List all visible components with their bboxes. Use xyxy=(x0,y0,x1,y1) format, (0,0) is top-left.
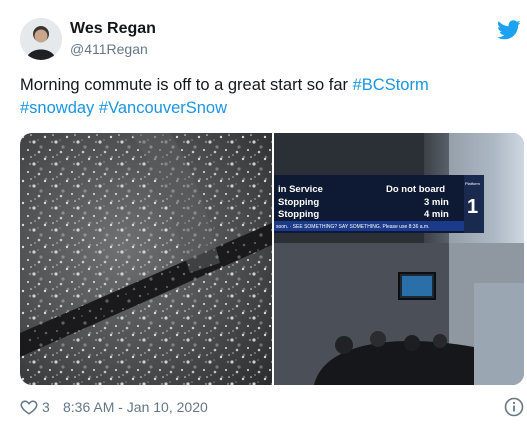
info-icon[interactable] xyxy=(504,397,524,417)
sign-row1-right: Do not board xyxy=(386,184,445,195)
sign-row3-right: 4 min xyxy=(424,209,449,220)
like-count[interactable]: 3 xyxy=(42,399,50,415)
platform-number: 1 xyxy=(467,196,478,218)
hashtag-link[interactable]: #BCStorm xyxy=(353,76,429,94)
tweet-footer: 3 8:36 AM - Jan 10, 2020 xyxy=(20,396,525,420)
tweet-text: Morning commute is off to a great start … xyxy=(20,74,510,120)
avatar[interactable] xyxy=(20,18,62,60)
author-display-name[interactable]: Wes Regan xyxy=(70,20,156,38)
sign-row2-left: Stopping xyxy=(278,197,319,208)
sign-ticker: soon. · SEE SOMETHING? SAY SOMETHING. Pl… xyxy=(276,224,429,230)
photo-snowy-jacket[interactable] xyxy=(20,133,279,385)
twitter-bird-icon[interactable] xyxy=(497,18,521,42)
heart-icon[interactable] xyxy=(20,398,38,416)
tweet-body: Morning commute is off to a great start … xyxy=(20,76,353,94)
photo-skytrain-platform[interactable]: in Service Do not board Stopping 3 min S… xyxy=(274,133,524,385)
sign-row3-left: Stopping xyxy=(278,209,319,220)
sign-row2-right: 3 min xyxy=(424,197,449,208)
author-handle[interactable]: @411Regan xyxy=(70,41,148,57)
tweet-timestamp[interactable]: 8:36 AM - Jan 10, 2020 xyxy=(63,399,208,415)
tweet-card: Wes Regan @411Regan Morning commute is o… xyxy=(0,0,527,432)
sign-row1-left: in Service xyxy=(278,184,323,195)
hashtag-link[interactable]: #snowday xyxy=(20,99,94,117)
platform-label: Platform xyxy=(465,181,481,186)
media-grid: in Service Do not board Stopping 3 min S… xyxy=(20,133,524,385)
hashtag-link[interactable]: #VancouverSnow xyxy=(99,99,227,117)
